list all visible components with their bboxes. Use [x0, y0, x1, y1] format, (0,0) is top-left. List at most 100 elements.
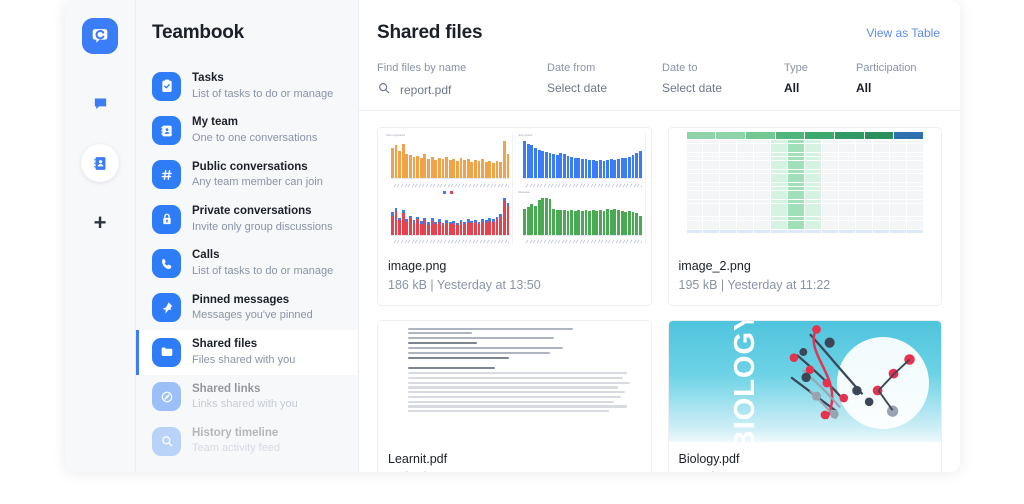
- document-text-line: [408, 366, 495, 370]
- file-card-footer: Learnit.pdf 32 kB | June 2, 2022 at 14:4…: [378, 442, 651, 473]
- file-date: Yesterday at 13:50: [436, 277, 541, 292]
- filter-label: Date from: [547, 62, 596, 74]
- file-name: Biology.pdf: [678, 451, 740, 466]
- file-card[interactable]: Learnit.pdf 32 kB | June 2, 2022 at 14:4…: [377, 319, 652, 473]
- search-input[interactable]: report.pdf: [377, 81, 547, 98]
- folder-icon: [152, 337, 181, 367]
- biology-cover: BIOLOGY: [668, 320, 941, 442]
- sidebar-item-subtitle: Files shared with you: [192, 353, 296, 366]
- icon-rail: +: [65, 0, 136, 472]
- sidebar-item-title: Pinned messages: [192, 293, 290, 306]
- lock-icon: [152, 204, 181, 234]
- sidebar-item-subtitle: Team activity feed: [192, 442, 281, 455]
- spreadsheet-row: [686, 195, 924, 199]
- type-value[interactable]: All: [784, 81, 856, 95]
- file-meta: 195 kB | Yesterday at 11:22: [679, 276, 932, 295]
- document-text-line: [408, 337, 555, 340]
- sidebar-item-private-conversations[interactable]: Private conversations Invite only group …: [136, 197, 358, 241]
- spreadsheet-row: [686, 139, 924, 144]
- filter-date-from[interactable]: Date from Select date: [547, 62, 662, 98]
- sidebar-item-my-team[interactable]: My team One to one conversations: [136, 108, 358, 152]
- sidebar-item-history-timeline[interactable]: History timeline Team activity feed: [136, 419, 358, 463]
- mini-chart-title: Messages: [518, 190, 531, 194]
- contact-card-icon: [152, 116, 181, 146]
- sidebar-item-subtitle: Invite only group discussions: [192, 220, 333, 233]
- sidebar-item-public-conversations[interactable]: Public conversations Any team member can…: [136, 153, 358, 197]
- file-meta-separator: |: [720, 277, 725, 292]
- file-card-footer: Biology.pdf 1 MB | June 12, 2022 at 16:3…: [669, 442, 942, 473]
- dna-helix-icon: [789, 324, 915, 419]
- file-card[interactable]: image_2.png 195 kB | Yesterday at 11:22: [667, 127, 942, 306]
- main-panel: Shared files View as Table Find files by…: [359, 0, 960, 472]
- chat-icon[interactable]: [81, 84, 119, 122]
- document-text-line: [408, 400, 614, 403]
- file-size: 32 kB: [388, 470, 420, 472]
- sidebar-item-subtitle: List of tasks to do or manage: [192, 87, 334, 100]
- filter-label: Type: [784, 62, 808, 74]
- sidebar-item-subtitle: Any team member can join: [192, 176, 323, 189]
- mini-chart-new-visitors: New visitors: [515, 133, 646, 188]
- contacts-icon[interactable]: [81, 144, 119, 182]
- file-meta-separator: |: [711, 470, 714, 472]
- sidebar-item-pinned-messages[interactable]: Pinned messages Messages you've pinned: [136, 286, 358, 330]
- sidebar-item-shared-files[interactable]: Shared files Files shared with you: [136, 330, 358, 375]
- participation-value[interactable]: All: [856, 81, 960, 95]
- spreadsheet-row: [686, 173, 924, 178]
- document-text-line: [408, 347, 564, 350]
- search-icon: [377, 81, 391, 98]
- file-thumbnail-document: [378, 320, 651, 442]
- document-text-line: [408, 391, 626, 394]
- spreadsheet-preview: [668, 128, 941, 249]
- sidebar-item-title: My team: [192, 116, 239, 129]
- filter-participation[interactable]: Participation All: [856, 62, 960, 98]
- filter-label: Participation: [856, 62, 917, 74]
- view-as-table-link[interactable]: View as Table: [866, 26, 940, 40]
- app-window: + Teambook Tasks List of tasks to do or …: [65, 0, 960, 472]
- date-to-value[interactable]: Select date: [662, 81, 784, 95]
- file-date: Yesterday at 11:22: [727, 277, 831, 292]
- mini-chart-sessions: [383, 189, 514, 244]
- teambook-logo[interactable]: [82, 18, 118, 54]
- document-text-line: [408, 356, 509, 360]
- mini-chart-messages: Messages: [515, 189, 646, 244]
- file-meta: 186 kB | Yesterday at 13:50: [388, 276, 641, 295]
- filter-find-files-by-name[interactable]: Find files by name report.pdf: [377, 62, 547, 98]
- file-meta: 32 kB | June 2, 2022 at 14:44: [388, 468, 641, 472]
- document-text-line: [408, 405, 628, 408]
- file-card[interactable]: BIOLOGY Biology.pdf: [667, 319, 942, 473]
- sidebar-item-subtitle: Links shared with you: [192, 398, 298, 411]
- file-date: June 12, 2022 at 16:34: [718, 470, 846, 472]
- sidebar-item-tasks[interactable]: Tasks List of tasks to do or manage: [136, 64, 358, 108]
- file-card-footer: image_2.png 195 kB | Yesterday at 11:22: [669, 249, 942, 305]
- document-text-line: [408, 332, 472, 335]
- spreadsheet-row: [686, 161, 924, 165]
- date-from-value[interactable]: Select date: [547, 81, 662, 95]
- sidebar-item-title: Private conversations: [192, 205, 312, 218]
- document-text-line: [408, 327, 573, 330]
- sidebar: Teambook Tasks List of tasks to do or ma…: [136, 0, 359, 472]
- file-card[interactable]: Users registered New visitors Messages i…: [377, 127, 652, 306]
- sidebar-item-calls[interactable]: Calls List of tasks to do or manage: [136, 241, 358, 285]
- file-meta: 1 MB | June 12, 2022 at 16:34: [679, 468, 932, 472]
- file-size: 1 MB: [679, 470, 708, 472]
- filter-label: Find files by name: [377, 62, 467, 74]
- mini-chart-title: New visitors: [518, 134, 533, 137]
- document-text-line: [408, 381, 630, 384]
- charts-dashboard: Users registered New visitors Messages: [378, 128, 651, 249]
- spreadsheet-row: [686, 186, 924, 191]
- spreadsheet-row: [686, 178, 924, 182]
- filter-type[interactable]: Type All: [784, 62, 856, 98]
- sidebar-item-shared-links[interactable]: Shared links Links shared with you: [136, 375, 358, 419]
- spreadsheet-row: [686, 169, 924, 174]
- spreadsheet-header-row: [686, 132, 923, 139]
- file-grid: Users registered New visitors Messages i…: [359, 111, 960, 472]
- filter-date-to[interactable]: Date to Select date: [662, 62, 784, 98]
- clipboard-check-icon: [152, 71, 181, 101]
- add-icon[interactable]: +: [81, 204, 119, 242]
- file-name: Learnit.pdf: [388, 451, 448, 466]
- add-icon-glyph: +: [93, 210, 107, 235]
- file-size: 195 kB: [678, 277, 718, 292]
- spreadsheet-row: [686, 216, 924, 221]
- spreadsheet-row: [686, 148, 924, 152]
- phone-icon: [152, 249, 181, 279]
